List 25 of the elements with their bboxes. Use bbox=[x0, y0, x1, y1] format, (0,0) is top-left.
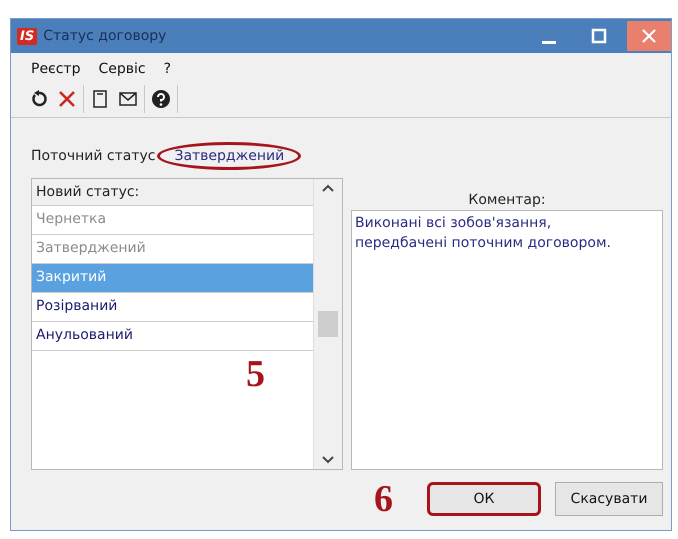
close-icon bbox=[57, 89, 77, 109]
step-number: 6 bbox=[374, 480, 393, 518]
menu-item[interactable]: Сервіс bbox=[98, 61, 146, 77]
menu-item[interactable]: ? bbox=[164, 61, 172, 77]
scroll-thumb[interactable] bbox=[318, 311, 338, 337]
current-status-value: Затверджений bbox=[157, 142, 302, 170]
refresh-icon bbox=[29, 89, 49, 109]
close-icon bbox=[641, 28, 657, 44]
step-number: 5 bbox=[246, 355, 265, 393]
window-title: Статус договору bbox=[43, 28, 168, 44]
list-header: Новий статус: bbox=[32, 179, 313, 206]
ok-button[interactable]: ОК bbox=[427, 482, 541, 516]
scrollbar[interactable] bbox=[314, 179, 342, 469]
scroll-down-icon[interactable] bbox=[322, 455, 334, 465]
minimize-icon bbox=[542, 40, 556, 44]
scroll-up-icon[interactable] bbox=[322, 183, 334, 193]
close-button[interactable] bbox=[627, 21, 671, 51]
maximize-icon bbox=[591, 28, 607, 44]
menu-item[interactable]: Реєстр bbox=[31, 61, 80, 77]
app-logo: IS bbox=[17, 28, 38, 44]
comment-field[interactable]: Виконані всі зобов'язання, передбачені поточним договором. bbox=[351, 210, 663, 470]
current-status-label: Поточний статус bbox=[31, 148, 156, 164]
help-icon bbox=[151, 89, 171, 109]
cancel-button[interactable]: Скасувати bbox=[555, 482, 663, 516]
comment-label: Коментар: bbox=[467, 192, 547, 208]
